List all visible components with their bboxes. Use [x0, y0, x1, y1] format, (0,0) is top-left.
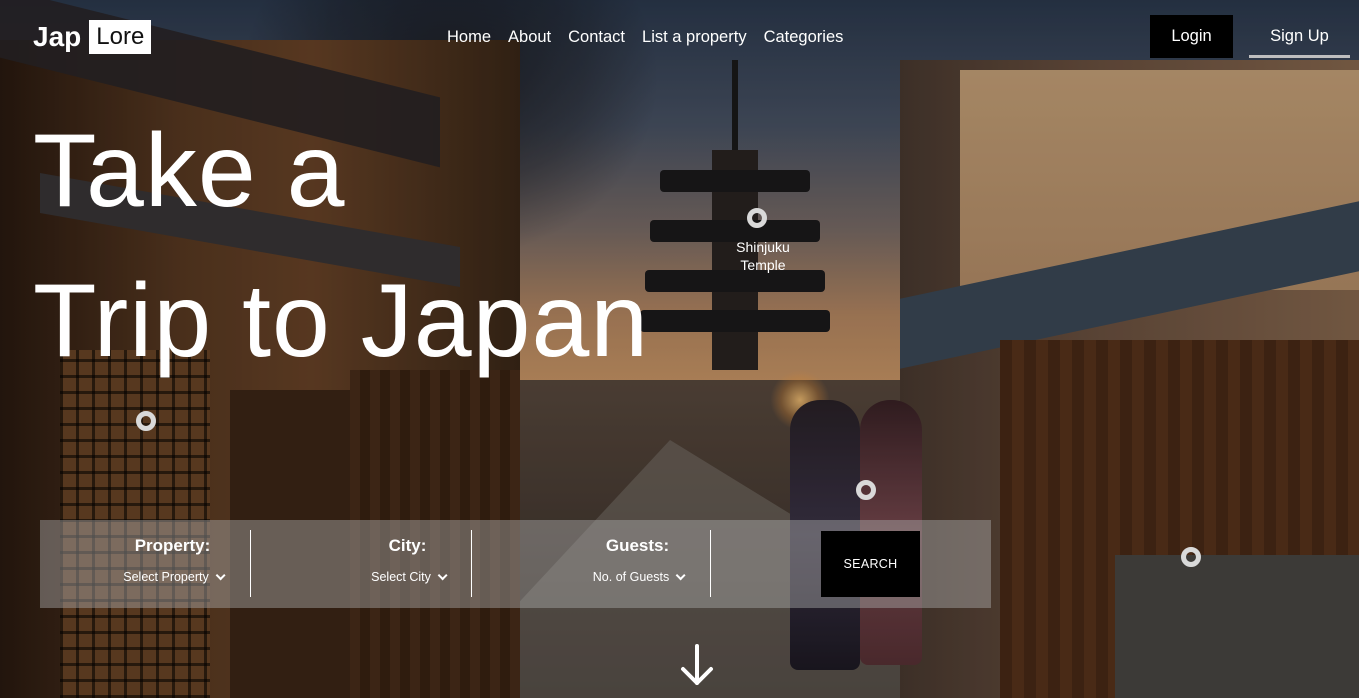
nav-link-home[interactable]: Home — [447, 28, 491, 47]
chevron-down-icon — [215, 570, 226, 581]
main-menu: Home About Contact List a property Categ… — [447, 28, 843, 47]
nav-link-categories[interactable]: Categories — [764, 28, 844, 47]
map-hotspot[interactable] — [136, 411, 156, 431]
guests-field[interactable]: Guests: No. of Guests — [570, 520, 705, 608]
city-select[interactable]: Select City — [350, 570, 465, 584]
signup-button[interactable]: Sign Up — [1249, 17, 1350, 58]
property-field[interactable]: Property: Select Property — [100, 520, 245, 608]
map-hotspot[interactable] — [856, 480, 876, 500]
hero-heading-line-2: Trip to Japan — [33, 263, 650, 379]
nav-link-list-property[interactable]: List a property — [642, 28, 747, 47]
guests-select[interactable]: No. of Guests — [570, 570, 705, 584]
divider — [471, 530, 472, 597]
hotspot-label-temple: Shinjuku Temple — [736, 239, 790, 273]
logo-text-boxed: Lore — [89, 20, 152, 54]
nav-link-contact[interactable]: Contact — [568, 28, 625, 47]
divider — [710, 530, 711, 597]
search-button[interactable]: SEARCH — [821, 531, 920, 597]
map-hotspot[interactable] — [1181, 547, 1201, 567]
map-hotspot-temple[interactable] — [747, 208, 767, 228]
divider — [250, 530, 251, 597]
login-button[interactable]: Login — [1150, 15, 1233, 58]
guests-label: Guests: — [605, 536, 670, 555]
arrow-down-icon[interactable] — [679, 643, 715, 687]
search-bar: Property: Select Property City: Select C… — [40, 520, 991, 608]
chevron-down-icon — [675, 570, 686, 581]
city-field[interactable]: City: Select City — [350, 520, 465, 608]
property-label: Property: — [134, 536, 211, 555]
logo-text-primary: Jap — [33, 21, 82, 52]
chevron-down-icon — [437, 570, 448, 581]
nav-link-about[interactable]: About — [508, 28, 551, 47]
logo[interactable]: Jap Lore — [33, 20, 152, 54]
top-navbar: Jap Lore Home About Contact List a prope… — [0, 0, 1359, 80]
hero-heading-line-1: Take a — [33, 113, 346, 229]
city-label: City: — [388, 536, 427, 555]
property-select[interactable]: Select Property — [100, 570, 245, 584]
hero-heading: Take a Trip to Japan — [33, 96, 733, 396]
